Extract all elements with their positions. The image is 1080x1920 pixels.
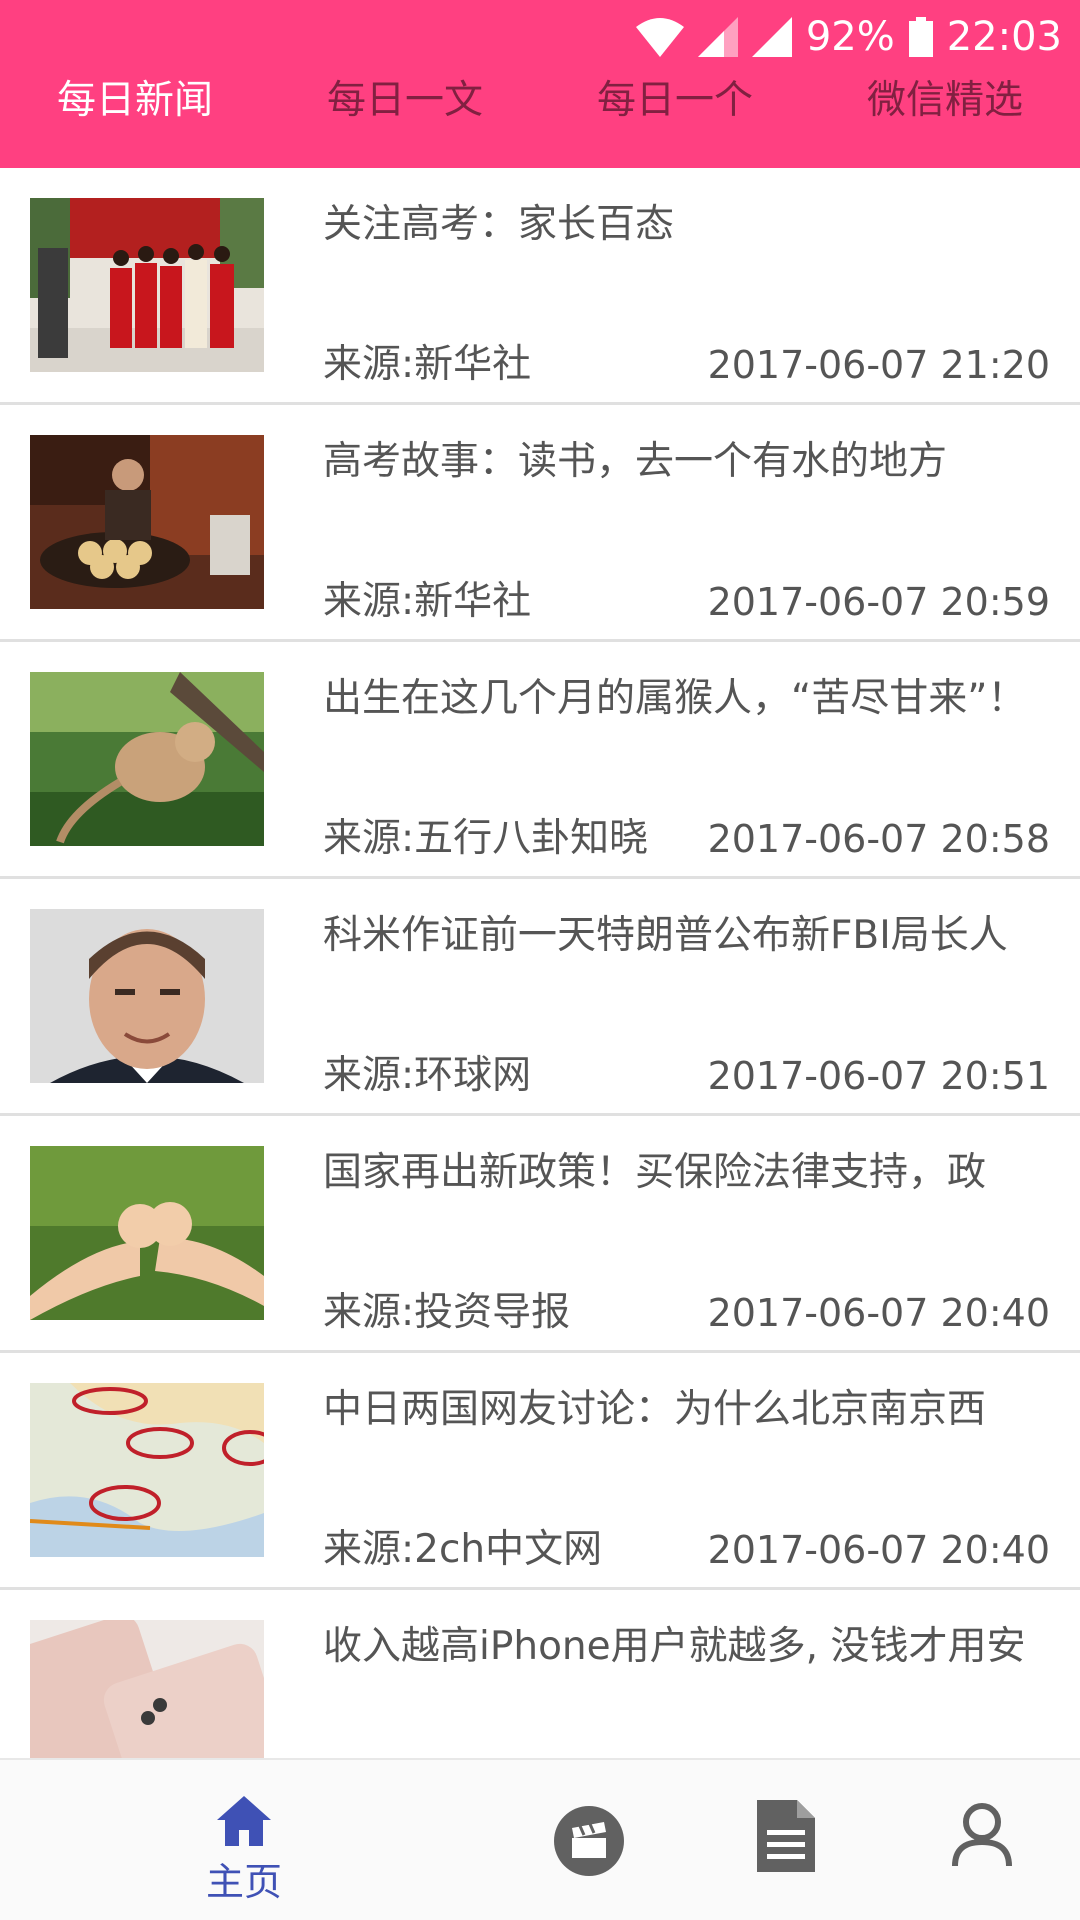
document-icon <box>757 1800 815 1876</box>
news-thumbnail <box>30 1146 264 1320</box>
news-title: 出生在这几个月的属猴人，“苦尽甘来”！ <box>323 676 1027 721</box>
news-thumbnail <box>30 1620 264 1760</box>
news-source: 来源:新华社 <box>323 579 532 624</box>
news-item[interactable]: 收入越高iPhone用户就越多, 没钱才用安 <box>0 1590 1080 1760</box>
news-time: 2017-06-07 21:20 <box>707 343 1050 387</box>
news-time: 2017-06-07 20:40 <box>707 1528 1050 1572</box>
tab-wechat-picks[interactable]: 微信精选 <box>810 70 1080 160</box>
news-time: 2017-06-07 20:58 <box>707 817 1050 861</box>
news-title: 关注高考：家长百态 <box>323 202 675 247</box>
news-source: 来源:新华社 <box>323 342 532 387</box>
person-icon <box>951 1802 1013 1872</box>
status-icons: 92% 22:03 <box>635 12 1062 62</box>
nav-home-label: 主页 <box>205 1860 282 1904</box>
news-thumbnail <box>30 1383 264 1557</box>
nav-movie[interactable] <box>489 1760 689 1920</box>
movie-clapper-icon <box>554 1806 624 1880</box>
news-thumbnail <box>30 198 264 372</box>
news-source: 来源:环球网 <box>323 1053 532 1098</box>
signal-icon <box>751 17 792 57</box>
news-item[interactable]: 高考故事：读书，去一个有水的地方 来源:新华社 2017-06-07 20:59 <box>0 405 1080 642</box>
news-time: 2017-06-07 20:40 <box>707 1291 1050 1335</box>
nav-document[interactable] <box>686 1760 886 1920</box>
news-time: 2017-06-07 20:59 <box>707 580 1050 624</box>
tab-daily-news[interactable]: 每日新闻 <box>0 70 270 160</box>
battery-percent: 92% <box>805 14 895 60</box>
tab-daily-article[interactable]: 每日一文 <box>270 70 540 160</box>
bottom-navigation: 主页 <box>0 1758 1080 1920</box>
news-source: 来源:2ch中文网 <box>323 1527 603 1572</box>
news-thumbnail <box>30 435 264 609</box>
nav-home[interactable]: 主页 <box>144 1760 344 1920</box>
news-source: 来源:五行八卦知晓 <box>323 816 649 861</box>
news-title: 科米作证前一天特朗普公布新FBI局长人 <box>323 913 1008 958</box>
battery-icon <box>908 17 933 57</box>
clock: 22:03 <box>946 14 1062 60</box>
home-icon <box>215 1794 273 1850</box>
news-item[interactable]: 科米作证前一天特朗普公布新FBI局长人 来源:环球网 2017-06-07 20… <box>0 879 1080 1116</box>
news-title: 收入越高iPhone用户就越多, 没钱才用安 <box>323 1624 1026 1669</box>
news-title: 中日两国网友讨论：为什么北京南京西 <box>323 1387 987 1432</box>
wifi-icon <box>635 17 684 57</box>
news-thumbnail <box>30 672 264 846</box>
news-item[interactable]: 中日两国网友讨论：为什么北京南京西 来源:2ch中文网 2017-06-07 2… <box>0 1353 1080 1590</box>
news-title: 高考故事：读书，去一个有水的地方 <box>323 439 948 484</box>
news-source: 来源:投资导报 <box>323 1290 571 1335</box>
status-bar: 92% 22:03 <box>0 0 1080 72</box>
signal-icon <box>697 17 738 57</box>
news-time: 2017-06-07 20:51 <box>707 1054 1050 1098</box>
app-header: 92% 22:03 每日新闻 每日一文 每日一个 微信精选 <box>0 0 1080 168</box>
news-title: 国家再出新政策！买保险法律支持，政 <box>323 1150 987 1195</box>
nav-profile[interactable] <box>882 1760 1080 1920</box>
news-item[interactable]: 关注高考：家长百态 来源:新华社 2017-06-07 21:20 <box>0 168 1080 405</box>
tab-bar: 每日新闻 每日一文 每日一个 微信精选 <box>0 70 1080 160</box>
tab-daily-one[interactable]: 每日一个 <box>540 70 810 160</box>
news-list[interactable]: 关注高考：家长百态 来源:新华社 2017-06-07 21:20 高考故事：读… <box>0 168 1080 1760</box>
news-item[interactable]: 出生在这几个月的属猴人，“苦尽甘来”！ 来源:五行八卦知晓 2017-06-07… <box>0 642 1080 879</box>
news-item[interactable]: 国家再出新政策！买保险法律支持，政 来源:投资导报 2017-06-07 20:… <box>0 1116 1080 1353</box>
news-thumbnail <box>30 909 264 1083</box>
